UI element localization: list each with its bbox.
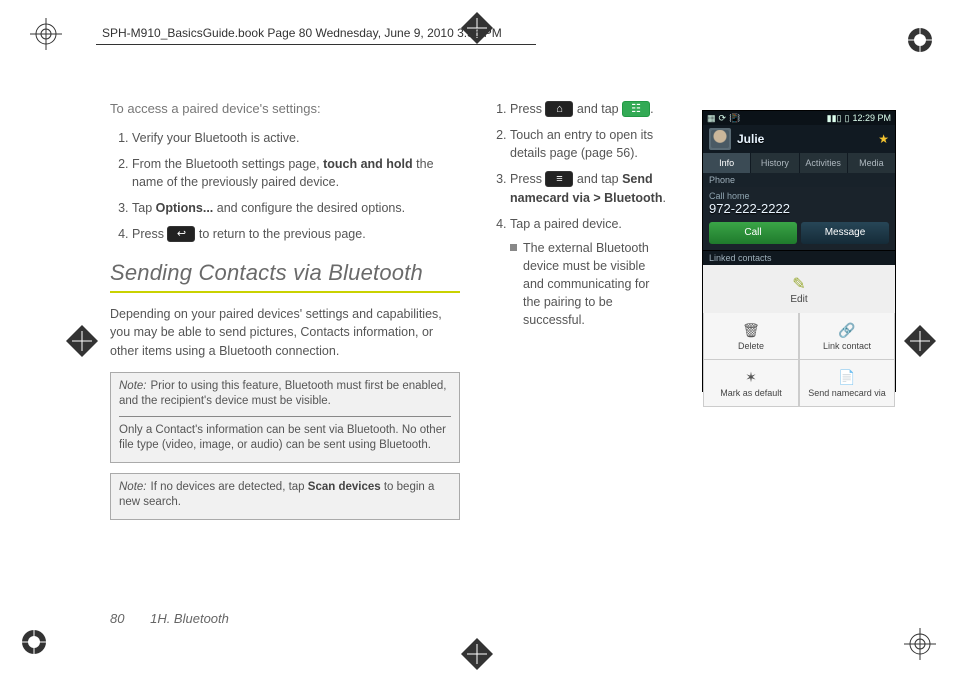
tab-history[interactable]: History xyxy=(751,153,799,173)
step-2: From the Bluetooth settings page, touch … xyxy=(132,155,460,191)
section-label: 1H. Bluetooth xyxy=(150,611,229,626)
header-rule xyxy=(96,44,536,45)
phone-section-label: Phone xyxy=(703,173,895,187)
square-bullet-icon xyxy=(510,244,517,251)
step-4: Press ↩ to return to the previous page. xyxy=(132,225,460,243)
edit-label: Edit xyxy=(790,294,807,305)
access-paired-steps: Verify your Bluetooth is active. From th… xyxy=(110,129,460,244)
contacts-key-icon: ☷ xyxy=(622,101,650,117)
section-body: Depending on your paired devices' settin… xyxy=(110,305,460,359)
page-number: 80 xyxy=(110,611,124,626)
phone-number: 972-222-2222 xyxy=(709,201,889,216)
menu-mark-default[interactable]: ✶Mark as default xyxy=(703,360,799,407)
phone-status-bar: ▦ ⟳ 📳 ▮▮▯ ▯ 12:29 PM xyxy=(703,111,895,125)
avatar xyxy=(709,128,731,150)
page-footer: 80 1H. Bluetooth xyxy=(110,611,229,626)
status-signal-icon: ▮▮▯ xyxy=(827,113,842,124)
contact-header: Julie ★ xyxy=(703,125,895,153)
step-r4: Tap a paired device. The external Blueto… xyxy=(510,215,668,330)
status-vibrate-icon: 📳 xyxy=(729,113,740,124)
registration-mark-icon xyxy=(30,18,62,50)
trash-icon: 🗑 xyxy=(742,322,760,339)
pencil-icon: ✎ xyxy=(792,274,805,294)
link-icon: 🔗 xyxy=(838,322,855,339)
menu-key-icon: ≡ xyxy=(545,171,573,187)
tab-info[interactable]: Info xyxy=(703,153,751,173)
note-box-1: Note:Prior to using this feature, Blueto… xyxy=(110,372,460,463)
back-key-icon: ↩ xyxy=(167,226,195,242)
menu-link-contact[interactable]: 🔗Link contact xyxy=(799,313,895,360)
menu-send-namecard[interactable]: 📄Send namecard via xyxy=(799,360,895,407)
tab-activities[interactable]: Activities xyxy=(800,153,848,173)
tab-media[interactable]: Media xyxy=(848,153,895,173)
step-r2: Touch an entry to open its details page … xyxy=(510,126,668,162)
status-battery-icon: ▯ xyxy=(845,113,850,124)
crop-mark-icon xyxy=(461,638,493,670)
send-contacts-steps: Press ⌂ and tap ☷. Touch an entry to ope… xyxy=(488,100,668,329)
call-home-label: Call home xyxy=(709,191,889,201)
registration-mark-icon xyxy=(18,626,50,658)
intro-text: To access a paired device's settings: xyxy=(110,100,460,119)
note-divider xyxy=(119,416,451,417)
crop-mark-icon xyxy=(904,325,936,357)
call-button[interactable]: Call xyxy=(709,222,797,244)
linked-contacts-label: Linked contacts xyxy=(703,250,895,265)
step-r1: Press ⌂ and tap ☷. xyxy=(510,100,668,118)
menu-delete[interactable]: 🗑Delete xyxy=(703,313,799,360)
status-sync-icon: ⟳ xyxy=(719,113,727,124)
sub-bullet: The external Bluetooth device must be vi… xyxy=(510,239,668,330)
status-time: 12:29 PM xyxy=(852,113,891,123)
phone-screenshot: ▦ ⟳ 📳 ▮▮▯ ▯ 12:29 PM Julie ★ Info Histor… xyxy=(702,110,896,392)
phone-number-row: Call home 972-222-2222 xyxy=(703,187,895,218)
status-menu-icon: ▦ xyxy=(707,113,716,124)
registration-mark-icon xyxy=(904,24,936,56)
home-key-icon: ⌂ xyxy=(545,101,573,117)
favorite-star-icon: ★ xyxy=(878,132,889,146)
crop-mark-icon xyxy=(66,325,98,357)
step-3: Tap Options... and configure the desired… xyxy=(132,199,460,217)
phone-tabs: Info History Activities Media xyxy=(703,153,895,173)
registration-mark-icon xyxy=(904,628,936,660)
step-1: Verify your Bluetooth is active. xyxy=(132,129,460,147)
namecard-icon: 📄 xyxy=(838,369,855,386)
step-r3: Press ≡ and tap Send namecard via > Blue… xyxy=(510,170,668,206)
section-heading: Sending Contacts via Bluetooth xyxy=(110,257,460,289)
message-button[interactable]: Message xyxy=(801,222,889,244)
edit-area[interactable]: ✎ Edit xyxy=(703,265,895,313)
star-icon: ✶ xyxy=(745,369,757,386)
section-rule xyxy=(110,291,460,293)
note-box-2: Note:If no devices are detected, tap Sca… xyxy=(110,473,460,520)
running-head: SPH-M910_BasicsGuide.book Page 80 Wednes… xyxy=(102,26,502,40)
contact-name: Julie xyxy=(737,132,764,146)
